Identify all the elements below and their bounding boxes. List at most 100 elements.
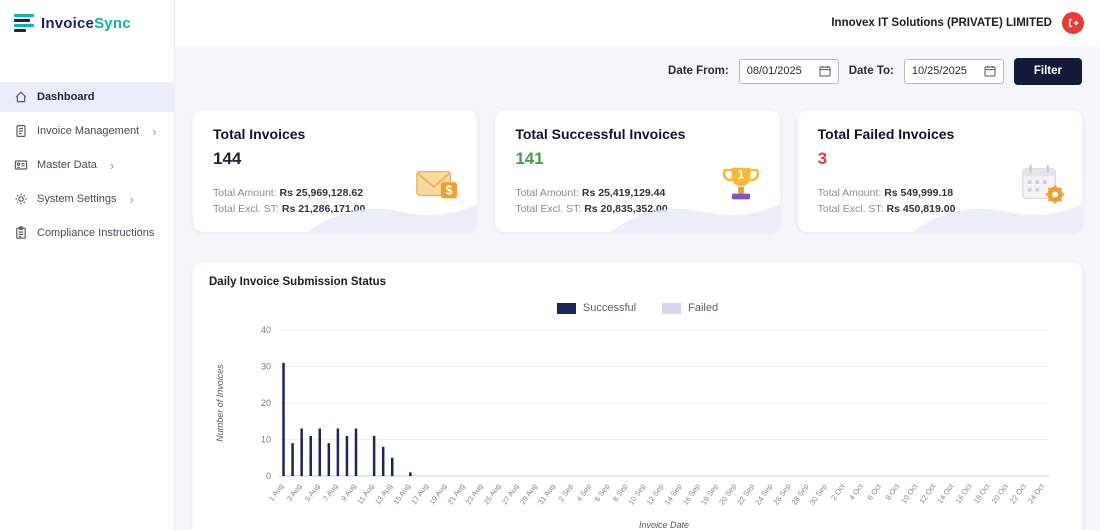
x-tick-label: 19 Aug (427, 482, 448, 506)
x-tick-label: 20 Sep (717, 482, 738, 507)
excl-label: Total Excl. ST: (818, 203, 884, 215)
excl-label: Total Excl. ST: (515, 203, 581, 215)
x-tick-label: 22 Oct (1008, 481, 1029, 505)
x-tick-label: 18 Oct (972, 481, 993, 505)
x-tick-label: 24 Oct (1026, 481, 1047, 505)
id-card-icon (14, 158, 28, 172)
x-tick-label: 6 Oct (865, 481, 883, 502)
x-tick-label: 2 Oct (829, 481, 847, 502)
date-to-field[interactable] (904, 59, 1004, 84)
sidebar-item-label: Invoice Management (37, 125, 139, 137)
date-from-input[interactable] (747, 65, 813, 77)
chevron-right-icon: › (110, 159, 114, 172)
calendar-icon[interactable] (984, 65, 996, 77)
x-tick-label: 4 Oct (847, 481, 865, 502)
amount-label: Total Amount: (818, 187, 882, 199)
x-tick-label: 8 Oct (884, 481, 902, 502)
bar-successful (309, 436, 312, 476)
date-to-label: Date To: (849, 65, 894, 77)
sidebar-item-system-settings[interactable]: System Settings › (0, 184, 174, 214)
successful-swatch-icon (557, 303, 576, 314)
chevron-right-icon: › (129, 193, 133, 206)
x-tick-label: 29 Aug (518, 482, 539, 506)
y-tick-label: 0 (266, 471, 271, 481)
card-title: Total Invoices (213, 126, 457, 142)
filter-button[interactable]: Filter (1014, 58, 1082, 85)
app-root: InvoiceSync Dashboard Invoice Management… (0, 0, 1100, 530)
x-tick-label: 18 Sep (699, 482, 720, 507)
x-tick-label: 24 Sep (753, 482, 774, 507)
excl-label: Total Excl. ST: (213, 203, 279, 215)
sidebar-item-compliance-instructions[interactable]: Compliance Instructions (0, 218, 174, 248)
dashboard-content: Date From: Date To: Filter (175, 46, 1100, 530)
sidebar-item-dashboard[interactable]: Dashboard (0, 82, 174, 112)
x-tick-label: 6 Sep (593, 482, 612, 503)
chevron-right-icon: › (152, 125, 156, 138)
svg-text:$: $ (446, 184, 453, 198)
x-tick-label: 27 Aug (500, 482, 521, 506)
sidebar-item-label: Master Data (37, 159, 97, 171)
invoice-document-icon (14, 124, 28, 138)
y-tick-label: 30 (261, 362, 271, 372)
date-from-field[interactable] (739, 59, 839, 84)
x-tick-label: 26 Sep (771, 482, 792, 507)
card-wave-decoration (610, 198, 780, 232)
x-tick-label: 11 Aug (355, 482, 375, 506)
x-tick-label: 12 Sep (645, 482, 666, 507)
card-wave-decoration (307, 198, 477, 232)
x-tick-label: 1 Aug (267, 482, 285, 503)
x-tick-label: 4 Sep (575, 482, 594, 503)
card-title: Total Failed Invoices (818, 126, 1062, 142)
y-tick-label: 40 (261, 325, 271, 335)
main-area: Innovex IT Solutions (PRIVATE) LIMITED D… (175, 0, 1100, 530)
x-tick-label: 22 Sep (735, 482, 756, 507)
sidebar: InvoiceSync Dashboard Invoice Management… (0, 0, 175, 530)
legend-item-successful[interactable]: Successful (557, 302, 636, 314)
legend-label: Successful (583, 302, 636, 314)
x-tick-label: 10 Sep (627, 482, 648, 507)
logout-button[interactable] (1062, 12, 1084, 34)
bar-successful (328, 443, 331, 476)
y-tick-label: 10 (261, 435, 271, 445)
date-to-input[interactable] (912, 65, 978, 77)
x-tick-label: 15 Aug (391, 482, 412, 506)
chart-legend: Successful Failed (209, 302, 1066, 314)
sidebar-nav: Dashboard Invoice Management › Master Da… (0, 82, 174, 248)
legend-item-failed[interactable]: Failed (662, 302, 718, 314)
bar-successful (373, 436, 376, 476)
x-tick-label: 20 Oct (990, 481, 1011, 505)
bar-successful (346, 436, 349, 476)
logout-icon (1067, 17, 1079, 29)
calendar-icon[interactable] (819, 65, 831, 77)
x-tick-label: 21 Aug (446, 482, 467, 506)
filter-bar: Date From: Date To: Filter (193, 56, 1082, 86)
y-axis-label: Number of Invoices (215, 364, 225, 442)
x-tick-label: 14 Oct (935, 481, 956, 505)
x-tick-label: 28 Sep (790, 482, 811, 507)
bar-successful (282, 363, 285, 476)
card-wave-decoration (912, 198, 1082, 232)
top-header: Innovex IT Solutions (PRIVATE) LIMITED (175, 0, 1100, 46)
home-icon (14, 90, 28, 104)
bar-successful (291, 443, 294, 476)
y-tick-label: 20 (261, 398, 271, 408)
bar-successful (319, 429, 322, 476)
brand-logo[interactable]: InvoiceSync (0, 0, 174, 46)
sidebar-item-master-data[interactable]: Master Data › (0, 150, 174, 180)
sidebar-item-label: Dashboard (37, 91, 94, 103)
amount-label: Total Amount: (515, 187, 579, 199)
x-tick-label: 31 Aug (536, 482, 557, 506)
date-from-label: Date From: (668, 65, 729, 77)
summary-cards-row: Total Invoices 144 Total Amount: Rs 25,9… (193, 110, 1082, 232)
daily-invoice-chart-card: Daily Invoice Submission Status Successf… (193, 262, 1082, 530)
total-failed-invoices-card: Total Failed Invoices 3 Total Amount: Rs… (798, 110, 1082, 232)
sidebar-item-invoice-management[interactable]: Invoice Management › (0, 116, 174, 146)
x-tick-label: 7 Aug (321, 482, 339, 503)
x-tick-label: 14 Sep (663, 482, 684, 507)
bar-successful (355, 429, 358, 476)
sidebar-item-label: Compliance Instructions (37, 227, 154, 239)
bar-successful (337, 429, 340, 476)
chart-title: Daily Invoice Submission Status (209, 276, 1066, 288)
bar-successful (382, 447, 385, 476)
x-tick-label: 3 Aug (285, 482, 303, 503)
